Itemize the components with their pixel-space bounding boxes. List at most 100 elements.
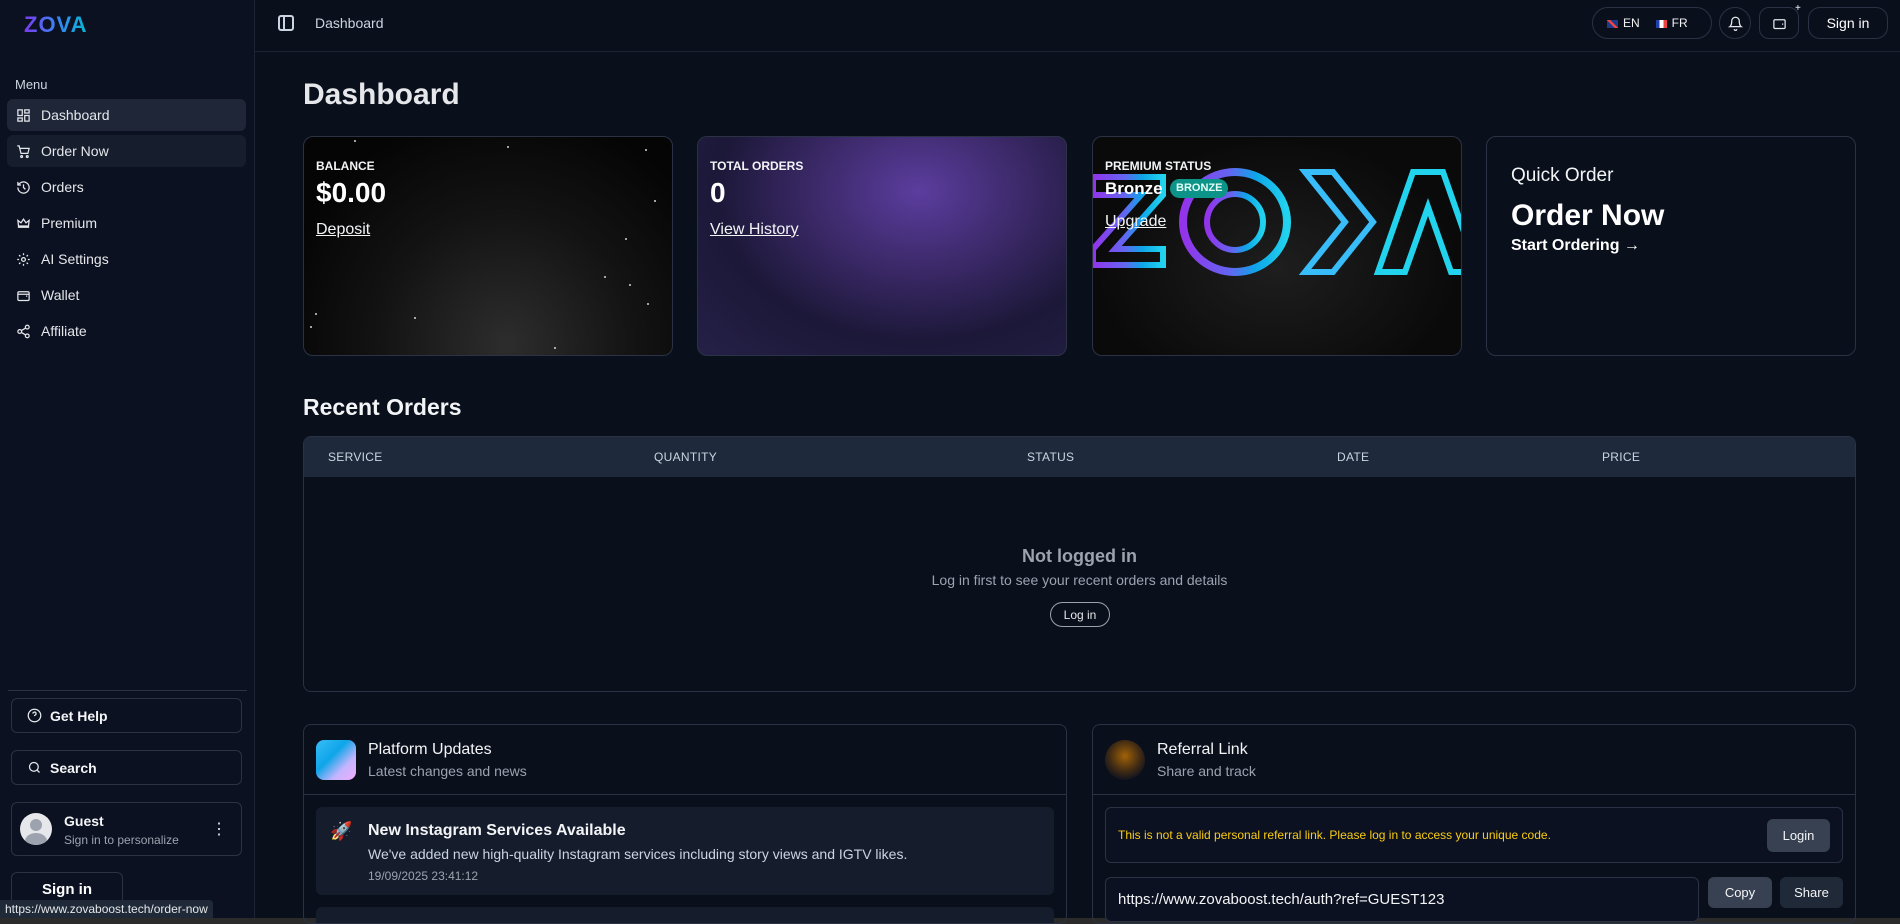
- sidebar-item-dashboard[interactable]: Dashboard: [7, 99, 246, 131]
- column-header[interactable]: DATE: [1337, 450, 1369, 464]
- view-history-link[interactable]: View History: [710, 221, 799, 239]
- update-title: New Instagram Services Available: [368, 822, 626, 839]
- sidebar-item-premium[interactable]: Premium: [7, 207, 246, 239]
- column-header[interactable]: STATUS: [1027, 450, 1074, 464]
- log-in-button[interactable]: Log in: [1050, 602, 1110, 627]
- lang-fr-button[interactable]: FR: [1655, 16, 1688, 30]
- lang-en-label: EN: [1623, 16, 1640, 30]
- share-button[interactable]: Share: [1780, 877, 1843, 908]
- sidebar-item-label: Dashboard: [41, 107, 110, 123]
- language-switcher: EN FR: [1592, 7, 1712, 39]
- sidebar-item-ai-settings[interactable]: AI Settings: [7, 243, 246, 275]
- more-options-icon[interactable]: ⋮: [211, 819, 227, 839]
- get-help-label: Get Help: [50, 707, 108, 724]
- menu-title: Menu: [15, 77, 48, 92]
- notifications-button[interactable]: [1719, 7, 1751, 39]
- referral-link-field[interactable]: https://www.zovaboost.tech/auth?ref=GUES…: [1105, 877, 1699, 922]
- list-item[interactable]: 🚀 New Instagram Services Available We've…: [316, 807, 1054, 895]
- bell-icon: [1727, 16, 1743, 31]
- referral-subtitle: Share and track: [1157, 763, 1256, 779]
- total-orders-label: TOTAL ORDERS: [710, 159, 804, 173]
- sidebar-toggle-icon[interactable]: [278, 15, 294, 31]
- search-icon: [28, 761, 40, 773]
- update-date: 19/09/2025 23:41:12: [368, 869, 479, 883]
- total-orders-card: TOTAL ORDERS 0 View History: [697, 136, 1067, 356]
- referral-warning: This is not a valid personal referral li…: [1105, 807, 1843, 863]
- crown-icon: [17, 217, 30, 228]
- updates-thumbnail: [316, 740, 356, 780]
- sidebar-item-orders[interactable]: Orders: [7, 171, 246, 203]
- copy-button[interactable]: Copy: [1708, 877, 1772, 908]
- upgrade-link[interactable]: Upgrade: [1105, 213, 1166, 231]
- status-badge: BRONZE: [1170, 179, 1229, 198]
- sidebar: ZOVA Menu Dashboard Order Now Orders Pre…: [0, 0, 255, 924]
- start-ordering-link[interactable]: Start Ordering →: [1511, 237, 1640, 255]
- history-icon: [17, 180, 30, 194]
- lang-fr-label: FR: [1671, 16, 1688, 30]
- list-item[interactable]: [316, 907, 1054, 923]
- user-subtitle: Sign in to personalize: [64, 833, 179, 847]
- column-header[interactable]: PRICE: [1602, 450, 1640, 464]
- premium-status-label: PREMIUM STATUS: [1105, 159, 1212, 173]
- wallet-icon: [17, 290, 30, 301]
- topbar-sign-in-button[interactable]: Sign in: [1808, 7, 1888, 39]
- rocket-icon: 🚀: [330, 821, 353, 841]
- get-help-button[interactable]: Get Help: [11, 698, 242, 733]
- column-header[interactable]: QUANTITY: [654, 450, 717, 464]
- sidebar-item-label: AI Settings: [41, 251, 109, 267]
- recent-orders-table: SERVICE QUANTITY STATUS DATE PRICE Not l…: [303, 436, 1856, 692]
- column-header[interactable]: SERVICE: [328, 450, 383, 464]
- breadcrumb: Dashboard: [315, 15, 384, 31]
- referral-panel: Referral Link Share and track This is no…: [1092, 724, 1856, 924]
- page-title: Dashboard: [303, 78, 460, 111]
- sidebar-divider: [8, 690, 247, 691]
- panel-divider: [304, 794, 1066, 795]
- status-bar-url: https://www.zovaboost.tech/order-now: [0, 900, 213, 918]
- empty-state-subtitle: Log in first to see your recent orders a…: [931, 572, 1228, 588]
- balance-label: BALANCE: [316, 159, 375, 173]
- empty-state-title: Not logged in: [1022, 546, 1137, 566]
- wallet-icon: [1772, 18, 1786, 29]
- user-card[interactable]: Guest Sign in to personalize ⋮: [11, 802, 242, 856]
- panel-divider: [1093, 794, 1855, 795]
- recent-orders-title: Recent Orders: [303, 394, 462, 420]
- order-now-title: Order Now: [1511, 199, 1665, 232]
- search-label: Search: [50, 759, 97, 776]
- updates-subtitle: Latest changes and news: [368, 763, 527, 779]
- updates-title: Platform Updates: [368, 741, 492, 758]
- help-icon: [27, 708, 42, 723]
- referral-title: Referral Link: [1157, 741, 1248, 758]
- update-description: We've added new high-quality Instagram s…: [368, 846, 908, 862]
- wallet-add-button[interactable]: [1759, 7, 1799, 39]
- total-orders-value: 0: [710, 177, 726, 208]
- referral-avatar: [1105, 740, 1145, 780]
- uk-flag-icon: [1607, 19, 1618, 28]
- share-icon: [17, 324, 30, 338]
- sidebar-item-order-now[interactable]: Order Now: [7, 135, 246, 167]
- avatar: [20, 813, 52, 845]
- sidebar-item-wallet[interactable]: Wallet: [7, 279, 246, 311]
- brand-logo[interactable]: ZOVA: [24, 12, 87, 38]
- gear-icon: [17, 252, 30, 266]
- sidebar-item-label: Orders: [41, 179, 84, 195]
- fr-flag-icon: [1655, 19, 1667, 28]
- warning-text: This is not a valid personal referral li…: [1118, 828, 1551, 842]
- search-button[interactable]: Search: [11, 750, 242, 785]
- table-header: SERVICE QUANTITY STATUS DATE PRICE: [304, 437, 1855, 477]
- balance-card: BALANCE $0.00 Deposit: [303, 136, 673, 356]
- quick-order-card[interactable]: Quick Order Order Now Start Ordering →: [1486, 136, 1856, 356]
- sidebar-item-affiliate[interactable]: Affiliate: [7, 315, 246, 347]
- sidebar-nav: Dashboard Order Now Orders Premium AI Se…: [7, 99, 246, 351]
- sidebar-item-label: Wallet: [41, 287, 80, 303]
- sidebar-item-label: Affiliate: [41, 323, 87, 339]
- sidebar-item-label: Premium: [41, 215, 98, 231]
- lang-en-button[interactable]: EN: [1607, 16, 1640, 30]
- dashboard-icon: [17, 108, 30, 122]
- login-button[interactable]: Login: [1767, 819, 1830, 852]
- topbar: Dashboard EN FR + Sign in: [255, 0, 1900, 52]
- platform-updates-panel: Platform Updates Latest changes and news…: [303, 724, 1067, 924]
- deposit-link[interactable]: Deposit: [316, 221, 370, 239]
- balance-value: $0.00: [316, 177, 387, 208]
- quick-order-label: Quick Order: [1511, 165, 1614, 186]
- sidebar-item-label: Order Now: [41, 143, 109, 159]
